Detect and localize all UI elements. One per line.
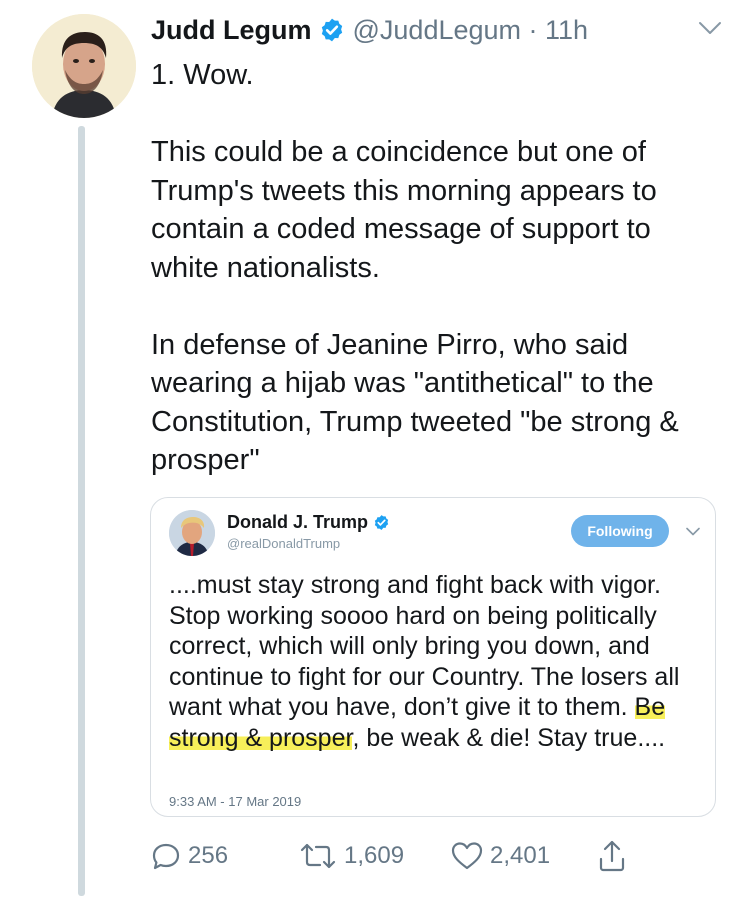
share-button[interactable] [596,838,628,874]
like-count: 2,401 [490,842,551,869]
quoted-name: Donald J. Trump [227,512,369,532]
quoted-text-start: ....must stay strong and fight back with… [169,571,680,721]
action-bar: 256 1,609 2,401 [150,838,650,874]
reply-icon [152,843,180,870]
verified-icon [321,18,342,42]
share-icon [599,840,625,872]
author-name[interactable]: Judd Legum [151,15,312,46]
chevron-down-icon[interactable] [698,20,722,36]
quoted-name-row: Donald J. Trump [227,512,390,533]
tweet-text: 1. Wow. This could be a coincidence but … [151,56,721,480]
verified-icon [374,515,389,530]
chevron-down-icon [686,527,700,536]
tweet-paragraph: This could be a coincidence but one of T… [151,136,657,284]
quoted-tweet-image[interactable]: Donald J. Trump @realDonaldTrump Followi… [150,497,716,817]
following-button: Following [571,515,669,547]
author-handle-time[interactable]: @JuddLegum · 11h [353,15,589,46]
quoted-timestamp: 9:33 AM - 17 Mar 2019 [169,794,302,809]
retweet-icon [300,843,336,869]
quoted-text: ....must stay strong and fight back with… [169,570,709,753]
reply-count: 256 [188,842,229,869]
retweet-count: 1,609 [344,842,405,869]
like-button[interactable]: 2,401 [450,838,550,874]
like-icon [451,842,483,870]
quoted-text-end: , be weak & die! Stay true.... [352,723,666,752]
tweet-paragraph: 1. Wow. [151,59,254,91]
thread-line [78,126,85,896]
quoted-avatar [169,510,215,556]
author-avatar[interactable] [32,14,136,118]
reply-button[interactable]: 256 [150,838,228,874]
tweet-header: Judd Legum @JuddLegum · 11h [151,10,588,50]
tweet-paragraph: In defense of Jeanine Pirro, who said we… [151,328,679,477]
quoted-handle: @realDonaldTrump [227,536,341,551]
retweet-button[interactable]: 1,609 [298,838,404,874]
